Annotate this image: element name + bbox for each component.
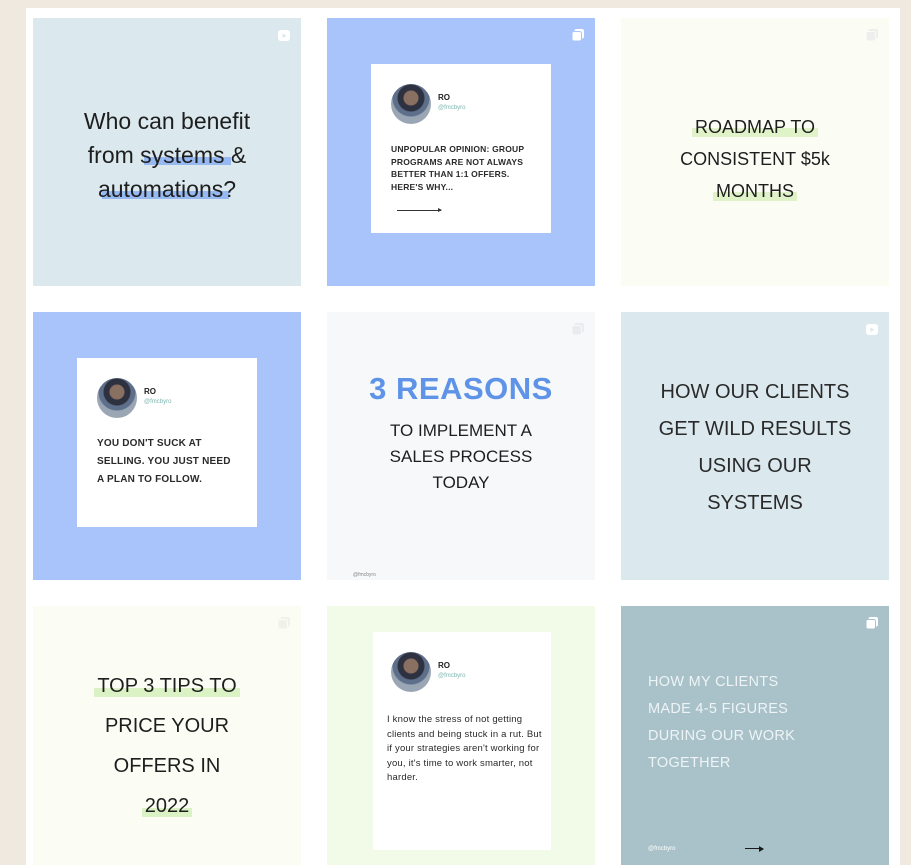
tweet-text: YOU DON'T SUCK AT SELLING. YOU JUST NEED… xyxy=(97,438,231,485)
carousel-icon xyxy=(571,323,584,336)
post-title: 3 REASONS xyxy=(369,371,553,406)
post-wild-results[interactable]: HOW OUR CLIENTS GET WILD RESULTS USING O… xyxy=(621,312,889,580)
tweet-card: RO @fmcbyro YOU DON'T SUCK AT SELLING. Y… xyxy=(77,358,257,527)
reel-icon xyxy=(278,30,290,41)
post-handle: @fmcbyro xyxy=(353,572,376,578)
post-headline: TOP 3 TIPS TO PRICE YOUR OFFERS IN 2022 xyxy=(33,666,301,826)
post-work-smarter[interactable]: RO @fmcbyro I know the stress of not get… xyxy=(327,606,595,865)
post-selling-plan[interactable]: RO @fmcbyro YOU DON'T SUCK AT SELLING. Y… xyxy=(33,312,301,580)
post-headline: ROADMAP TO CONSISTENT $5k MONTHS xyxy=(680,117,830,201)
author-handle: @fmcbyro xyxy=(144,399,172,405)
post-subtitle: TO IMPLEMENT A SALES PROCESS TODAY xyxy=(389,421,533,492)
author-name: RO xyxy=(438,93,450,102)
post-3-reasons[interactable]: 3 REASONS TO IMPLEMENT A SALES PROCESS T… xyxy=(327,312,595,580)
tweet-text: I know the stress of not getting clients… xyxy=(387,714,542,783)
post-handle: @fmcbyro xyxy=(648,846,676,852)
avatar xyxy=(391,652,431,692)
post-headline: HOW OUR CLIENTS GET WILD RESULTS USING O… xyxy=(658,381,852,514)
post-pricing-tips[interactable]: TOP 3 TIPS TO PRICE YOUR OFFERS IN 2022 xyxy=(33,606,301,865)
author-name: RO xyxy=(144,387,156,396)
arrow-right-icon xyxy=(745,845,764,852)
author-name: RO xyxy=(438,661,450,670)
post-unpopular-opinion[interactable]: RO @fmcbyro UNPOPULAR OPINION: GROUP PRO… xyxy=(327,18,595,286)
post-headline: Who can benefit from systems & automatio… xyxy=(83,108,251,202)
tweet-card: RO @fmcbyro UNPOPULAR OPINION: GROUP PRO… xyxy=(371,64,551,233)
post-headline: HOW MY CLIENTS MADE 4-5 FIGURES DURING O… xyxy=(648,674,796,771)
avatar xyxy=(391,84,431,124)
tweet-card: RO @fmcbyro I know the stress of not get… xyxy=(373,632,551,850)
reel-icon xyxy=(866,324,878,335)
avatar xyxy=(97,378,137,418)
author-handle: @fmcbyro xyxy=(438,673,466,679)
carousel-icon xyxy=(865,29,878,42)
author-handle: @fmcbyro xyxy=(438,105,466,111)
post-client-results[interactable]: HOW MY CLIENTS MADE 4-5 FIGURES DURING O… xyxy=(621,606,889,865)
tweet-text: UNPOPULAR OPINION: GROUP PROGRAMS ARE NO… xyxy=(391,144,525,192)
post-roadmap[interactable]: ROADMAP TO CONSISTENT $5k MONTHS xyxy=(621,18,889,286)
carousel-icon xyxy=(865,617,878,630)
carousel-icon xyxy=(277,617,290,630)
carousel-icon xyxy=(571,29,584,42)
arrow-right-icon xyxy=(397,208,442,212)
post-benefit-systems[interactable]: Who can benefit from systems & automatio… xyxy=(33,18,301,286)
